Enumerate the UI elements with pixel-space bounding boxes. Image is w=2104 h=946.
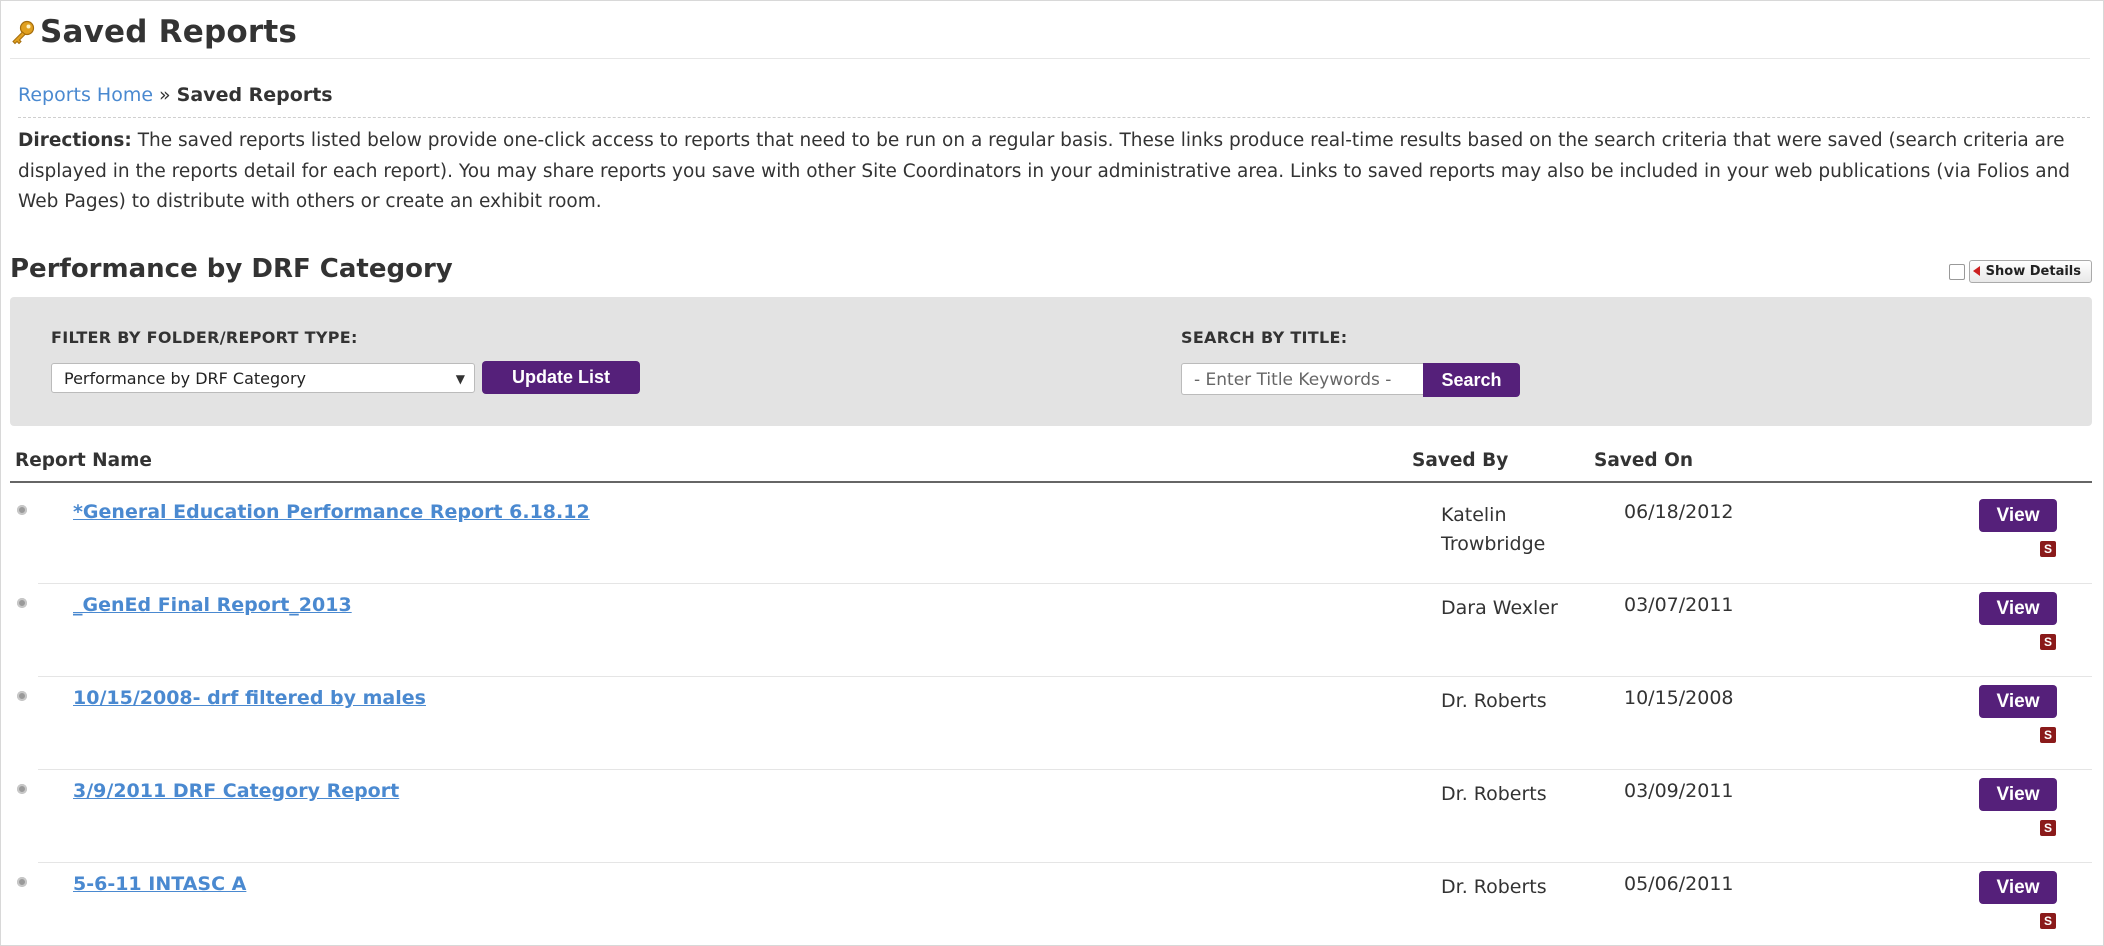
- view-button[interactable]: View: [1979, 778, 2057, 811]
- col-header-report-name: Report Name: [15, 450, 152, 471]
- share-icon[interactable]: S: [2040, 727, 2056, 743]
- section-title: Performance by DRF Category: [10, 254, 453, 284]
- show-details-button[interactable]: Show Details: [1968, 260, 2092, 283]
- folder-filter-label: FILTER BY FOLDER/REPORT TYPE:: [51, 328, 358, 347]
- breadcrumb-current: Saved Reports: [176, 84, 333, 106]
- filter-panel: FILTER BY FOLDER/REPORT TYPE: Performanc…: [10, 297, 2092, 426]
- saved-on: 06/18/2012: [1624, 501, 1734, 523]
- report-name-link[interactable]: 10/15/2008- drf filtered by males: [73, 687, 426, 709]
- folder-select[interactable]: Performance by DRF Category ▼: [51, 363, 475, 393]
- report-name-link[interactable]: 3/9/2011 DRF Category Report: [73, 780, 399, 802]
- page-header: Saved Reports: [10, 10, 297, 54]
- page-title: Saved Reports: [40, 14, 298, 50]
- bullet-icon: [17, 691, 27, 701]
- col-header-saved-by: Saved By: [1412, 450, 1509, 471]
- bullet-icon: [17, 598, 27, 608]
- saved-on: 03/07/2011: [1624, 594, 1734, 616]
- saved-on: 03/09/2011: [1624, 780, 1734, 802]
- report-name-link[interactable]: _GenEd Final Report_2013: [73, 594, 352, 616]
- table-row: 5-6-11 INTASC A Dr. Roberts 05/06/2011 V…: [0, 863, 2104, 944]
- breadcrumb: Reports Home » Saved Reports: [18, 84, 333, 106]
- share-icon[interactable]: S: [2040, 820, 2056, 836]
- bullet-icon: [17, 784, 27, 794]
- table-row: _GenEd Final Report_2013 Dara Wexler 03/…: [0, 584, 2104, 677]
- chevron-down-icon: ▼: [455, 372, 465, 386]
- directions-label: Directions:: [18, 130, 132, 151]
- breadcrumb-divider: [18, 117, 2090, 118]
- col-header-saved-on: Saved On: [1594, 450, 1693, 471]
- search-input[interactable]: - Enter Title Keywords -: [1181, 363, 1433, 395]
- folder-select-value: Performance by DRF Category: [64, 369, 306, 388]
- saved-by: Dr. Roberts: [1441, 783, 1547, 805]
- show-details-checkbox[interactable]: [1948, 263, 1965, 280]
- report-name-link[interactable]: 5-6-11 INTASC A: [73, 873, 246, 895]
- arrow-left-icon: [1972, 266, 1980, 276]
- view-button[interactable]: View: [1979, 685, 2057, 718]
- share-icon[interactable]: S: [2040, 634, 2056, 650]
- title-divider: [10, 58, 2090, 59]
- share-icon[interactable]: S: [2040, 541, 2056, 557]
- show-details-control: Show Details: [1948, 260, 2092, 283]
- bullet-icon: [17, 505, 27, 515]
- report-name-link[interactable]: *General Education Performance Report 6.…: [73, 501, 590, 523]
- table-row: *General Education Performance Report 6.…: [0, 491, 2104, 584]
- breadcrumb-separator: »: [159, 84, 171, 106]
- saved-on: 10/15/2008: [1624, 687, 1734, 709]
- show-details-label: Show Details: [1985, 264, 2081, 279]
- saved-by: Katelin Trowbridge: [1441, 504, 1546, 555]
- view-button[interactable]: View: [1979, 499, 2057, 532]
- share-icon[interactable]: S: [2040, 913, 2056, 929]
- saved-by: Dr. Roberts: [1441, 876, 1547, 898]
- saved-by: Dara Wexler: [1441, 597, 1558, 619]
- table-row: 10/15/2008- drf filtered by males Dr. Ro…: [0, 677, 2104, 770]
- search-button[interactable]: Search: [1423, 363, 1520, 397]
- update-list-button[interactable]: Update List: [482, 361, 640, 394]
- breadcrumb-home-link[interactable]: Reports Home: [18, 84, 153, 106]
- view-button[interactable]: View: [1979, 871, 2057, 904]
- saved-on: 05/06/2011: [1624, 873, 1734, 895]
- saved-by: Dr. Roberts: [1441, 690, 1547, 712]
- view-button[interactable]: View: [1979, 592, 2057, 625]
- table-header-divider: [10, 481, 2092, 483]
- directions-text: Directions: The saved reports listed bel…: [18, 126, 2078, 218]
- key-icon: [10, 19, 36, 45]
- directions-body: The saved reports listed below provide o…: [18, 130, 2071, 212]
- bullet-icon: [17, 877, 27, 887]
- search-title-label: SEARCH BY TITLE:: [1181, 328, 1348, 347]
- table-row: 3/9/2011 DRF Category Report Dr. Roberts…: [0, 770, 2104, 863]
